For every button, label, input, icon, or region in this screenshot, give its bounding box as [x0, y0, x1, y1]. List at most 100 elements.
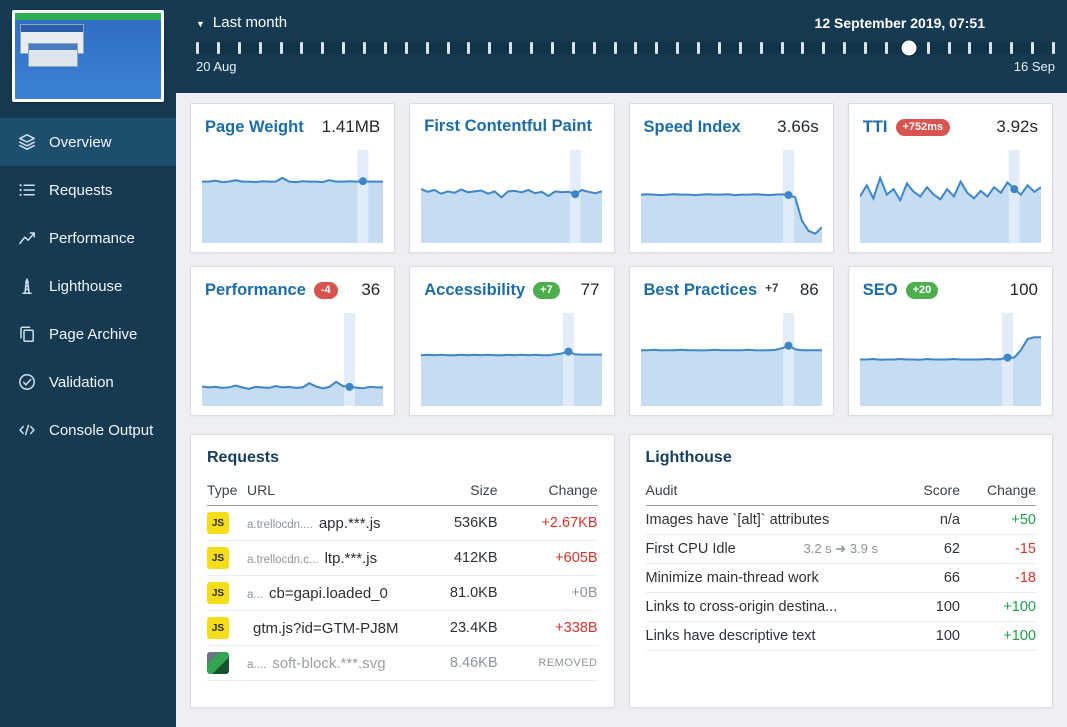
metric-title: Speed Index	[643, 117, 741, 136]
request-url-domain: a....	[247, 658, 267, 671]
timeline-tick	[822, 42, 826, 54]
column-header-change: Change	[960, 477, 1036, 506]
sidebar-item-page-archive[interactable]: Page Archive	[0, 310, 176, 358]
metric-sparkline	[420, 150, 603, 243]
sidebar-item-label: Validation	[49, 373, 114, 391]
timeline-tick	[530, 42, 533, 54]
card-seo[interactable]: SEO +20 100	[847, 266, 1053, 416]
caret-down-icon: ▼	[196, 18, 205, 29]
sidebar-item-requests[interactable]: Requests	[0, 166, 176, 214]
card-best-practices[interactable]: Best Practices +7 86	[628, 266, 834, 416]
pages-icon	[18, 325, 36, 343]
timeline-tick	[884, 42, 888, 54]
timeline-tick	[947, 42, 951, 54]
metric-title: Page Weight	[205, 117, 304, 136]
audit-name: Minimize main-thread work	[645, 570, 819, 586]
request-row[interactable]: a.... soft-block.***.svg 8.46KB REMOVED	[207, 645, 598, 681]
audit-name: Links have descriptive text	[645, 628, 816, 644]
thumbnail-window	[28, 43, 78, 67]
metric-value: 36	[361, 280, 381, 299]
card-accessibility[interactable]: Accessibility +7 77	[409, 266, 615, 416]
metric-sparkline	[640, 150, 823, 243]
metric-value: 1.41MB	[321, 117, 381, 136]
timeline-slider[interactable]	[196, 40, 1055, 56]
card-page-weight[interactable]: Page Weight 1.41MB	[190, 103, 396, 253]
audit-change: -18	[960, 563, 1036, 593]
timeline-tick	[989, 42, 993, 54]
metric-badge: +752ms	[895, 118, 951, 136]
metric-title: First Contentful Paint	[424, 117, 592, 135]
column-header-score: Score	[896, 477, 960, 506]
card-first-contentful-paint[interactable]: First Contentful Paint	[409, 103, 615, 253]
request-size: 412KB	[409, 540, 498, 576]
metric-title: Performance	[205, 280, 306, 299]
audit-row[interactable]: Links have descriptive text 100 +100	[645, 621, 1036, 651]
audit-score: 66	[896, 563, 960, 593]
sidebar-item-performance[interactable]: Performance	[0, 214, 176, 262]
app-root: Overview Requests Performance Lighthouse	[0, 0, 1067, 727]
metric-sparkline	[640, 313, 822, 406]
card-performance[interactable]: Performance -4 36	[190, 266, 396, 416]
card-tti[interactable]: TTI +752ms 3.92s	[847, 103, 1053, 253]
js-file-icon: JS	[207, 512, 229, 534]
timeline-tick	[1051, 42, 1055, 54]
card-speed-index[interactable]: Speed Index 3.66s	[628, 103, 834, 253]
site-screenshot-thumbnail[interactable]	[12, 10, 164, 102]
audit-row[interactable]: Images have `[alt]` attributes n/a +50	[645, 505, 1036, 535]
request-row[interactable]: JS gtm.js?id=GTM-PJ8M 23.4KB +338B	[207, 610, 598, 646]
audit-score: n/a	[896, 505, 960, 535]
sidebar: Overview Requests Performance Lighthouse	[0, 0, 176, 727]
timeline-tick	[425, 42, 429, 54]
request-url-domain: a...	[247, 588, 263, 601]
timeline-tick	[843, 42, 847, 54]
request-change: +0B	[497, 575, 598, 611]
audit-change: +100	[960, 621, 1036, 651]
timeline-tick	[509, 42, 513, 54]
metric-value: 100	[1009, 280, 1038, 299]
metric-sparkline	[859, 313, 1041, 406]
metric-value: 77	[580, 280, 600, 299]
timeline-tick	[321, 42, 325, 54]
sidebar-item-label: Requests	[49, 181, 113, 199]
timeline-tick	[342, 42, 346, 54]
lighthouse-panel-title: Lighthouse	[645, 449, 732, 466]
request-row[interactable]: JS a.trellocdn.... app.***.js 536KB +2.67…	[207, 505, 598, 541]
timeline-handle[interactable]	[901, 40, 917, 56]
timeline-tick	[613, 42, 617, 54]
sidebar-item-label: Performance	[49, 229, 135, 247]
column-header-url: URL	[247, 477, 410, 506]
metric-badge: -4	[313, 281, 338, 299]
request-size: 81.0KB	[409, 575, 498, 611]
timeline-tick	[1031, 42, 1034, 54]
timeline-tick	[550, 42, 554, 54]
metric-sparkline	[858, 150, 1042, 243]
request-row[interactable]: JS a... cb=gapi.loaded_0 81.0KB +0B	[207, 575, 598, 611]
sidebar-item-overview[interactable]: Overview	[0, 118, 176, 166]
sidebar-item-label: Page Archive	[49, 325, 138, 343]
audit-row[interactable]: Links to cross-origin destina... 100 +10…	[645, 592, 1036, 622]
metric-value: 3.66s	[777, 117, 819, 136]
metric-value: 86	[799, 280, 819, 299]
performance-chart-icon	[18, 229, 36, 247]
audit-row[interactable]: Minimize main-thread work 66 -18	[645, 563, 1036, 593]
timeline-tick	[488, 42, 492, 54]
sidebar-menu: Overview Requests Performance Lighthouse	[0, 118, 176, 454]
timeline-ticks	[196, 40, 1055, 56]
detail-panels: Requests Type URL Size Change JS a.trell…	[190, 434, 1053, 708]
audit-row[interactable]: First CPU Idle 3.2 s ➜ 3.9 s 62 -15	[645, 534, 1036, 564]
timeline-tick	[467, 42, 471, 54]
date-range-dropdown[interactable]: ▼ Last month	[196, 14, 287, 31]
timeline-tick	[279, 42, 283, 54]
column-header-type: Type	[207, 477, 247, 506]
audit-score: 100	[896, 592, 960, 622]
metric-cards: Page Weight 1.41MB First Contentful Pain…	[190, 103, 1053, 416]
timeline-tick	[780, 42, 784, 54]
sidebar-item-validation[interactable]: Validation	[0, 358, 176, 406]
timeline-tick	[655, 42, 659, 54]
sidebar-item-lighthouse[interactable]: Lighthouse	[0, 262, 176, 310]
audit-score: 100	[896, 621, 960, 651]
thumbnail-image	[15, 13, 161, 99]
request-row[interactable]: JS a.trellocdn.c... ltp.***.js 412KB +605…	[207, 540, 598, 576]
sidebar-item-label: Overview	[49, 133, 112, 151]
sidebar-item-console-output[interactable]: Console Output	[0, 406, 176, 454]
